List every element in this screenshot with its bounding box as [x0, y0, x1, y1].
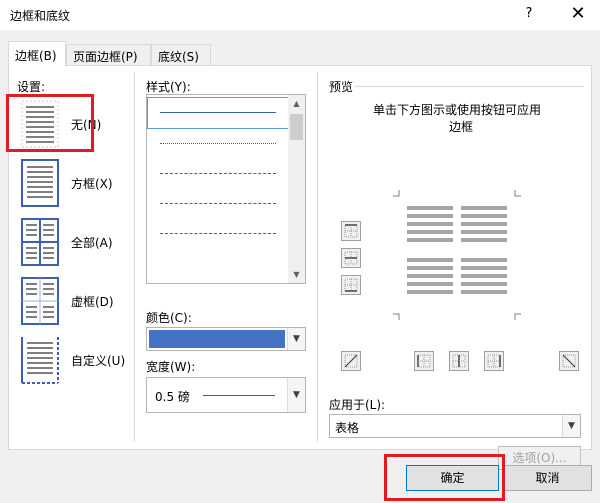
diagonal-up-icon	[344, 354, 358, 368]
style-row-dashed[interactable]	[148, 189, 288, 219]
setting-custom[interactable]: 自定义(U)	[17, 332, 127, 388]
width-heading: 宽度(W):	[146, 360, 196, 374]
setting-custom-icon	[17, 332, 63, 388]
chevron-down-icon[interactable]: ▼	[287, 328, 305, 350]
preview-heading-rule	[355, 86, 584, 87]
ok-button[interactable]: 确定	[406, 465, 499, 491]
setting-grid-icon	[17, 273, 63, 329]
setting-box[interactable]: 方框(X)	[17, 155, 127, 211]
scroll-down-icon[interactable]: ▼	[288, 266, 305, 283]
border-inside-horizontal-icon	[344, 251, 358, 265]
diagonal-up-button[interactable]	[341, 351, 361, 371]
setting-all[interactable]: 全部(A)	[17, 214, 127, 270]
close-button[interactable]: ✕	[566, 3, 590, 24]
style-row-dotted[interactable]	[148, 129, 288, 159]
border-inside-horizontal-button[interactable]	[341, 248, 361, 268]
preview-heading: 预览	[329, 80, 354, 94]
chevron-down-icon[interactable]: ▼	[562, 415, 580, 437]
width-value: 0.5 磅	[155, 390, 190, 404]
style-row-solid[interactable]	[147, 97, 289, 129]
setting-custom-label: 自定义(U)	[71, 354, 126, 368]
borders-panel: 设置: 无(N) 方框(X) 全部(A) 虚框(D) 自定义(U) 样式(Y):…	[8, 65, 592, 470]
setting-none-label: 无(N)	[71, 118, 102, 132]
setting-box-icon	[17, 155, 63, 211]
border-inside-vertical-icon	[452, 354, 466, 368]
title-bar: 边框和底纹 ? ✕	[0, 0, 600, 30]
border-left-button[interactable]	[414, 351, 434, 371]
apply-to-select[interactable]: 表格 ▼	[329, 414, 581, 438]
border-left-icon	[417, 354, 431, 368]
scroll-thumb[interactable]	[290, 114, 303, 140]
style-row-dash-dot[interactable]	[148, 159, 288, 189]
tab-shading[interactable]: 底纹(S)	[151, 44, 211, 65]
preview-hint-line2: 边框	[449, 120, 474, 134]
color-select[interactable]: ▼	[146, 327, 306, 351]
tab-page-borders[interactable]: 页面边框(P)	[66, 44, 151, 65]
separator	[134, 72, 135, 442]
style-row-long-dash[interactable]	[148, 219, 288, 249]
setting-all-icon	[17, 214, 63, 270]
color-heading: 颜色(C):	[146, 311, 192, 325]
separator	[317, 72, 318, 442]
apply-to-heading: 应用于(L):	[329, 398, 386, 412]
width-select[interactable]: 0.5 磅 ▼	[146, 377, 306, 413]
style-list[interactable]: ▲ ▼	[146, 94, 306, 284]
border-top-icon	[344, 224, 358, 238]
border-right-button[interactable]	[484, 351, 504, 371]
scroll-up-icon[interactable]: ▲	[288, 95, 305, 112]
preview-hint-line1: 单击下方图示或使用按钮可应用	[373, 103, 542, 117]
setting-grid[interactable]: 虚框(D)	[17, 273, 127, 329]
border-top-button[interactable]	[341, 221, 361, 241]
preview-canvas[interactable]	[393, 190, 521, 320]
help-button[interactable]: ?	[519, 6, 539, 21]
style-scrollbar[interactable]: ▲ ▼	[288, 95, 305, 283]
tab-borders[interactable]: 边框(B)	[8, 41, 66, 66]
width-sample-line	[203, 395, 275, 396]
style-heading: 样式(Y):	[146, 80, 191, 94]
border-right-icon	[487, 354, 501, 368]
apply-to-value: 表格	[335, 421, 360, 435]
color-swatch	[149, 330, 285, 348]
border-bottom-icon	[344, 278, 358, 292]
border-inside-vertical-button[interactable]	[449, 351, 469, 371]
window-title: 边框和底纹	[10, 9, 71, 23]
setting-box-label: 方框(X)	[71, 177, 113, 191]
dialog-body: 边框(B) 页面边框(P) 底纹(S) 设置: 无(N) 方框(X) 全部(A)…	[0, 30, 600, 503]
diagonal-down-icon	[562, 354, 576, 368]
border-bottom-button[interactable]	[341, 275, 361, 295]
setting-none[interactable]: 无(N)	[17, 96, 127, 152]
setting-all-label: 全部(A)	[71, 236, 113, 250]
chevron-down-icon[interactable]: ▼	[287, 378, 305, 412]
settings-heading: 设置:	[17, 80, 46, 94]
cancel-button[interactable]: 取消	[503, 465, 592, 491]
diagonal-down-button[interactable]	[559, 351, 579, 371]
setting-grid-label: 虚框(D)	[71, 295, 114, 309]
setting-none-icon	[17, 96, 63, 152]
